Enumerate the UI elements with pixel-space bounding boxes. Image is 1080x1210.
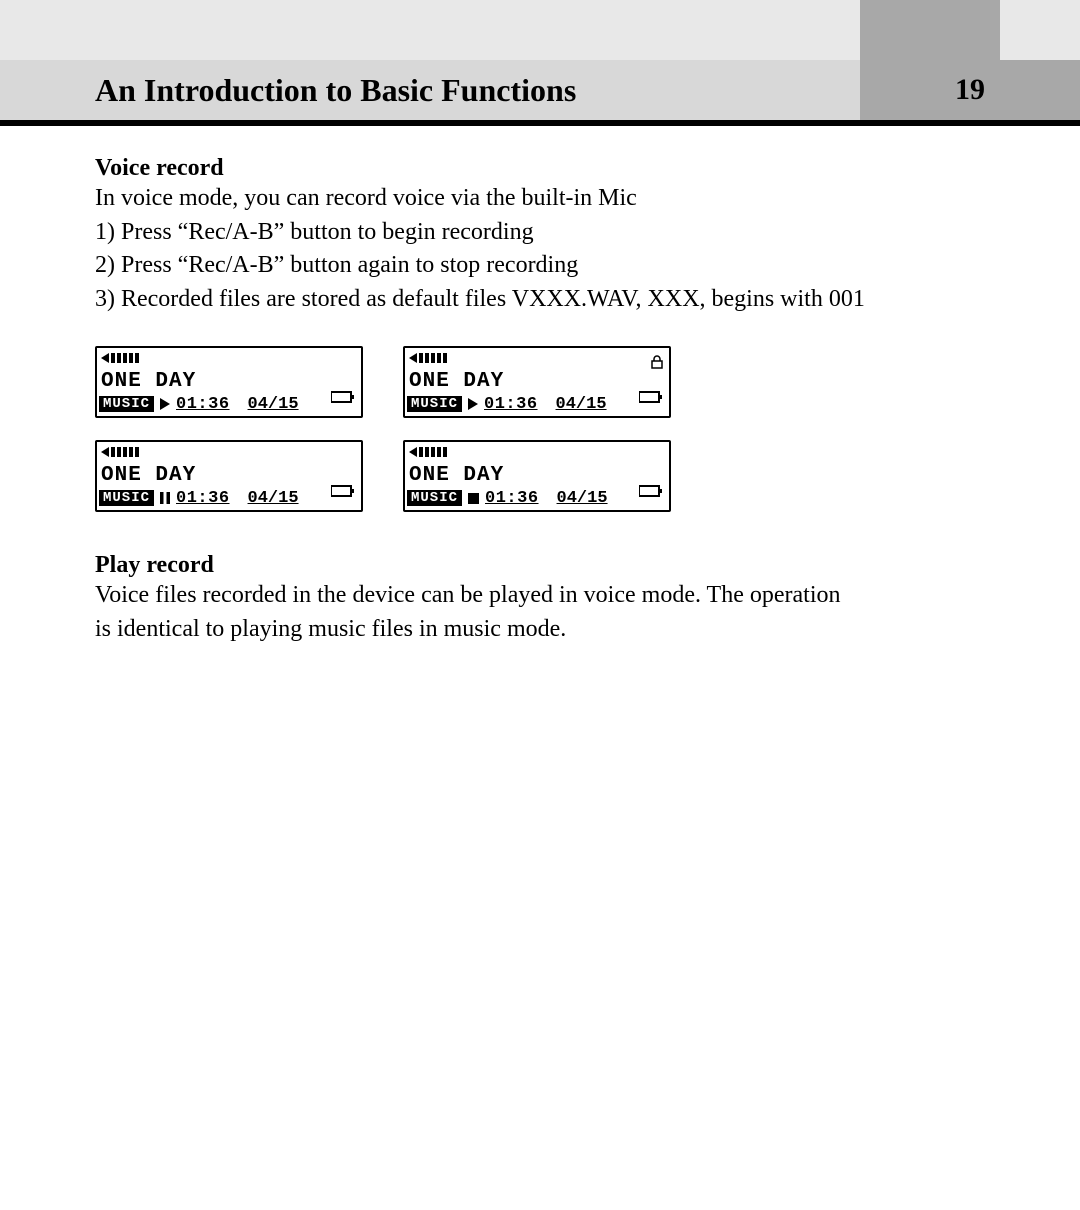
lcd-track-title: ONE DAY [101, 370, 196, 393]
voice-record-step-1: 1) Press “Rec/A-B” button to begin recor… [95, 216, 985, 250]
voice-record-intro: In voice mode, you can record voice via … [95, 182, 985, 216]
battery-icon [331, 384, 355, 411]
lcd-mode-label: MUSIC [407, 396, 462, 412]
voice-record-step-3: 3) Recorded files are stored as default … [95, 283, 985, 317]
battery-icon [639, 478, 663, 505]
volume-icon [409, 351, 453, 365]
lcd-track-count: 04/15 [557, 489, 608, 508]
page-header: An Introduction to Basic Functions 19 [0, 60, 1080, 120]
voice-record-step-2: 2) Press “Rec/A-B” button again to stop … [95, 249, 985, 283]
lcd-track-title: ONE DAY [409, 370, 504, 393]
play-record-body: Voice files recorded in the device can b… [95, 579, 855, 646]
lcd-status-bar: MUSIC 01:36 04/15 [407, 488, 667, 508]
lock-icon [651, 350, 663, 377]
lcd-screen: ONE DAY MUSIC 01:36 04/15 [403, 440, 671, 512]
lcd-track-count: 04/15 [556, 395, 607, 414]
lcd-time: 01:36 [485, 489, 539, 508]
battery-icon [331, 478, 355, 505]
lcd-mode-label: MUSIC [99, 396, 154, 412]
lcd-track-title: ONE DAY [101, 464, 196, 487]
stop-icon [468, 493, 479, 504]
lcd-status-bar: MUSIC 01:36 04/15 [99, 394, 359, 414]
lcd-screen: ONE DAY MUSIC 01:36 04/15 [403, 346, 671, 418]
play-icon [160, 398, 170, 410]
lcd-mode-label: MUSIC [407, 490, 462, 506]
voice-record-heading: Voice record [95, 155, 985, 182]
volume-icon [101, 445, 145, 459]
play-record-heading: Play record [95, 552, 985, 579]
content-area: Voice record In voice mode, you can reco… [0, 126, 1080, 1210]
lcd-track-count: 04/15 [248, 395, 299, 414]
page-number: 19 [955, 73, 985, 107]
page-title: An Introduction to Basic Functions [95, 72, 576, 109]
lcd-track-count: 04/15 [248, 489, 299, 508]
battery-icon [639, 384, 663, 411]
lcd-screen: ONE DAY MUSIC 01:36 04/15 [95, 440, 363, 512]
lcd-screen: ONE DAY MUSIC 01:36 04/15 [95, 346, 363, 418]
play-icon [468, 398, 478, 410]
header-title-zone: An Introduction to Basic Functions [0, 60, 860, 120]
lcd-time: 01:36 [484, 395, 538, 414]
lcd-track-title: ONE DAY [409, 464, 504, 487]
page-number-zone: 19 [860, 60, 1080, 120]
volume-icon [409, 445, 453, 459]
top-tab [860, 0, 1000, 60]
lcd-time: 01:36 [176, 489, 230, 508]
lcd-status-bar: MUSIC 01:36 04/15 [407, 394, 667, 414]
pause-icon [160, 492, 170, 504]
lcd-mode-label: MUSIC [99, 490, 154, 506]
lcd-time: 01:36 [176, 395, 230, 414]
lcd-screens-grid: ONE DAY MUSIC 01:36 04/15 [95, 346, 985, 512]
lcd-status-bar: MUSIC 01:36 04/15 [99, 488, 359, 508]
volume-icon [101, 351, 145, 365]
